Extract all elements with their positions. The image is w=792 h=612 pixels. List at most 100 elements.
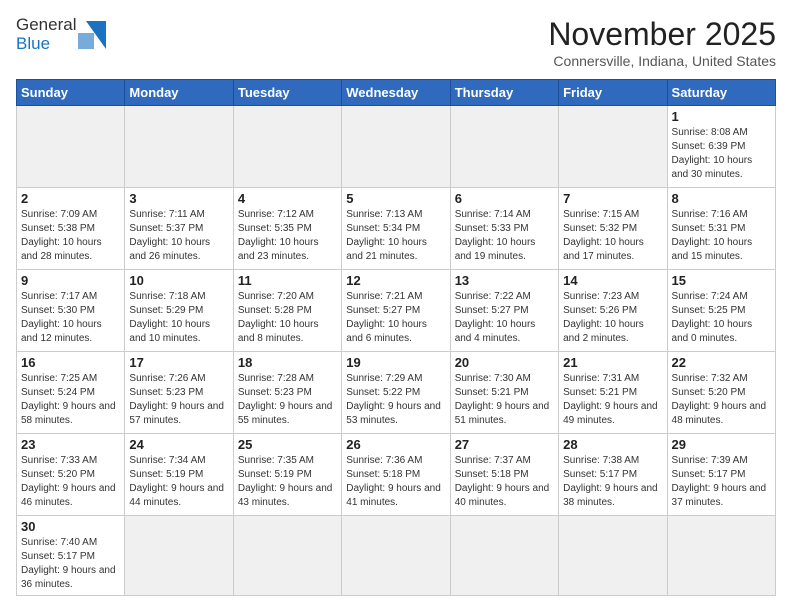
day-info: Sunrise: 7:38 AM Sunset: 5:17 PM Dayligh… xyxy=(563,454,662,510)
calendar-cell xyxy=(125,516,233,596)
calendar-cell: 24Sunrise: 7:34 AM Sunset: 5:19 PM Dayli… xyxy=(125,434,233,516)
day-info: Sunrise: 7:39 AM Sunset: 5:17 PM Dayligh… xyxy=(672,454,771,510)
day-number: 28 xyxy=(563,437,662,452)
calendar-cell: 5Sunrise: 7:13 AM Sunset: 5:34 PM Daylig… xyxy=(342,188,450,270)
day-number: 18 xyxy=(238,355,337,370)
weekday-header: Friday xyxy=(559,80,667,106)
calendar-cell xyxy=(450,106,558,188)
day-info: Sunrise: 7:36 AM Sunset: 5:18 PM Dayligh… xyxy=(346,454,445,510)
calendar-cell xyxy=(667,516,775,596)
calendar-week-row: 9 Sunrise: 7:17 AM Sunset: 5:30 PM Daylig… xyxy=(17,270,776,352)
calendar-cell: 3Sunrise: 7:11 AM Sunset: 5:37 PM Daylig… xyxy=(125,188,233,270)
day-info: Sunrise: 7:30 AM Sunset: 5:21 PM Dayligh… xyxy=(455,372,554,428)
day-number: 14 xyxy=(563,273,662,288)
calendar-cell: 4 Sunrise: 7:12 AM Sunset: 5:35 PM Daylig… xyxy=(233,188,341,270)
day-info: Sunrise: 7:28 AM Sunset: 5:23 PM Dayligh… xyxy=(238,372,337,428)
day-number: 16 xyxy=(21,355,120,370)
day-info: Sunrise: 7:15 AM Sunset: 5:32 PM Dayligh… xyxy=(563,208,662,264)
day-number: 29 xyxy=(672,437,771,452)
logo: General Blue xyxy=(16,16,106,53)
calendar-cell: 15 Sunrise: 7:24 AM Sunset: 5:25 PM Dayli… xyxy=(667,270,775,352)
calendar-cell xyxy=(342,516,450,596)
day-number: 23 xyxy=(21,437,120,452)
calendar-cell: 23 Sunrise: 7:33 AM Sunset: 5:20 PM Dayli… xyxy=(17,434,125,516)
calendar-cell: 6Sunrise: 7:14 AM Sunset: 5:33 PM Daylig… xyxy=(450,188,558,270)
calendar-week-row: 1 Sunrise: 8:08 AM Sunset: 6:39 PM Daylig… xyxy=(17,106,776,188)
calendar-cell: 27 Sunrise: 7:37 AM Sunset: 5:18 PM Dayli… xyxy=(450,434,558,516)
day-number: 12 xyxy=(346,273,445,288)
calendar-cell: 8Sunrise: 7:16 AM Sunset: 5:31 PM Daylig… xyxy=(667,188,775,270)
day-info: Sunrise: 7:29 AM Sunset: 5:22 PM Dayligh… xyxy=(346,372,445,428)
day-number: 4 xyxy=(238,191,337,206)
day-number: 5 xyxy=(346,191,445,206)
calendar-cell xyxy=(559,106,667,188)
calendar-week-row: 30Sunrise: 7:40 AM Sunset: 5:17 PM Dayli… xyxy=(17,516,776,596)
calendar-cell: 7 Sunrise: 7:15 AM Sunset: 5:32 PM Daylig… xyxy=(559,188,667,270)
calendar-cell xyxy=(450,516,558,596)
day-number: 25 xyxy=(238,437,337,452)
page-header: General Blue November 2025 Connersville,… xyxy=(16,16,776,69)
day-number: 26 xyxy=(346,437,445,452)
calendar-cell: 2 Sunrise: 7:09 AM Sunset: 5:38 PM Daylig… xyxy=(17,188,125,270)
day-number: 20 xyxy=(455,355,554,370)
day-number: 8 xyxy=(672,191,771,206)
day-info: Sunrise: 7:25 AM Sunset: 5:24 PM Dayligh… xyxy=(21,372,120,428)
day-number: 13 xyxy=(455,273,554,288)
day-number: 2 xyxy=(21,191,120,206)
calendar-week-row: 23 Sunrise: 7:33 AM Sunset: 5:20 PM Dayli… xyxy=(17,434,776,516)
calendar-cell xyxy=(559,516,667,596)
calendar-title-area: November 2025 Connersville, Indiana, Uni… xyxy=(548,16,776,69)
day-info: Sunrise: 7:09 AM Sunset: 5:38 PM Dayligh… xyxy=(21,208,120,264)
day-info: Sunrise: 7:12 AM Sunset: 5:35 PM Dayligh… xyxy=(238,208,337,264)
day-number: 11 xyxy=(238,273,337,288)
calendar-cell: 16 Sunrise: 7:25 AM Sunset: 5:24 PM Dayli… xyxy=(17,352,125,434)
calendar-cell: 19Sunrise: 7:29 AM Sunset: 5:22 PM Dayli… xyxy=(342,352,450,434)
day-info: Sunrise: 7:20 AM Sunset: 5:28 PM Dayligh… xyxy=(238,290,337,346)
calendar-title: November 2025 xyxy=(548,16,776,53)
calendar-week-row: 2 Sunrise: 7:09 AM Sunset: 5:38 PM Daylig… xyxy=(17,188,776,270)
calendar-cell: 26 Sunrise: 7:36 AM Sunset: 5:18 PM Dayli… xyxy=(342,434,450,516)
day-info: Sunrise: 7:26 AM Sunset: 5:23 PM Dayligh… xyxy=(129,372,228,428)
weekday-header: Tuesday xyxy=(233,80,341,106)
calendar-cell: 20 Sunrise: 7:30 AM Sunset: 5:21 PM Dayli… xyxy=(450,352,558,434)
day-number: 7 xyxy=(563,191,662,206)
day-info: Sunrise: 7:35 AM Sunset: 5:19 PM Dayligh… xyxy=(238,454,337,510)
day-number: 6 xyxy=(455,191,554,206)
calendar-cell xyxy=(233,516,341,596)
day-number: 17 xyxy=(129,355,228,370)
calendar-cell: 14Sunrise: 7:23 AM Sunset: 5:26 PM Dayli… xyxy=(559,270,667,352)
day-number: 1 xyxy=(672,109,771,124)
calendar-cell: 9 Sunrise: 7:17 AM Sunset: 5:30 PM Daylig… xyxy=(17,270,125,352)
day-info: Sunrise: 7:18 AM Sunset: 5:29 PM Dayligh… xyxy=(129,290,228,346)
calendar-cell: 11 Sunrise: 7:20 AM Sunset: 5:28 PM Dayli… xyxy=(233,270,341,352)
weekday-header-row: SundayMondayTuesdayWednesdayThursdayFrid… xyxy=(17,80,776,106)
day-number: 3 xyxy=(129,191,228,206)
weekday-header: Wednesday xyxy=(342,80,450,106)
day-info: Sunrise: 8:08 AM Sunset: 6:39 PM Dayligh… xyxy=(672,126,771,182)
calendar-cell: 13 Sunrise: 7:22 AM Sunset: 5:27 PM Dayli… xyxy=(450,270,558,352)
calendar-cell: 28 Sunrise: 7:38 AM Sunset: 5:17 PM Dayli… xyxy=(559,434,667,516)
calendar-cell xyxy=(17,106,125,188)
calendar-cell: 25 Sunrise: 7:35 AM Sunset: 5:19 PM Dayli… xyxy=(233,434,341,516)
day-info: Sunrise: 7:24 AM Sunset: 5:25 PM Dayligh… xyxy=(672,290,771,346)
day-info: Sunrise: 7:22 AM Sunset: 5:27 PM Dayligh… xyxy=(455,290,554,346)
calendar-cell: 12Sunrise: 7:21 AM Sunset: 5:27 PM Dayli… xyxy=(342,270,450,352)
calendar-table: SundayMondayTuesdayWednesdayThursdayFrid… xyxy=(16,79,776,596)
logo-text: General Blue xyxy=(16,16,76,53)
day-number: 22 xyxy=(672,355,771,370)
day-number: 15 xyxy=(672,273,771,288)
calendar-cell: 10Sunrise: 7:18 AM Sunset: 5:29 PM Dayli… xyxy=(125,270,233,352)
day-info: Sunrise: 7:32 AM Sunset: 5:20 PM Dayligh… xyxy=(672,372,771,428)
day-info: Sunrise: 7:31 AM Sunset: 5:21 PM Dayligh… xyxy=(563,372,662,428)
day-number: 27 xyxy=(455,437,554,452)
calendar-cell: 18 Sunrise: 7:28 AM Sunset: 5:23 PM Dayli… xyxy=(233,352,341,434)
calendar-cell xyxy=(125,106,233,188)
calendar-cell: 30Sunrise: 7:40 AM Sunset: 5:17 PM Dayli… xyxy=(17,516,125,596)
day-info: Sunrise: 7:17 AM Sunset: 5:30 PM Dayligh… xyxy=(21,290,120,346)
day-number: 24 xyxy=(129,437,228,452)
day-info: Sunrise: 7:33 AM Sunset: 5:20 PM Dayligh… xyxy=(21,454,120,510)
calendar-cell: 1 Sunrise: 8:08 AM Sunset: 6:39 PM Daylig… xyxy=(667,106,775,188)
day-info: Sunrise: 7:37 AM Sunset: 5:18 PM Dayligh… xyxy=(455,454,554,510)
calendar-week-row: 16 Sunrise: 7:25 AM Sunset: 5:24 PM Dayli… xyxy=(17,352,776,434)
day-number: 9 xyxy=(21,273,120,288)
